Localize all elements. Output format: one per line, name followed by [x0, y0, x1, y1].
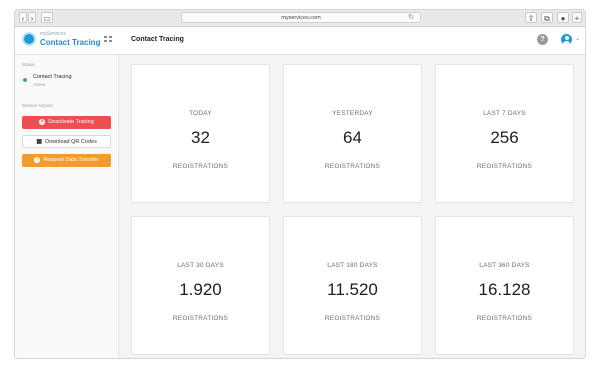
request-data-transfer-button[interactable]: ! Request Data Transfer [22, 154, 111, 167]
stat-card-last-180-days: LAST 180 DAYS 11.520 REGISTRATIONS [283, 216, 422, 355]
stat-period: LAST 360 DAYS [479, 262, 530, 269]
status-service-name: Contact Tracing [33, 74, 72, 80]
sidebar-toggle-icon[interactable]: ▭ [41, 12, 53, 23]
deactivate-tracing-label: Deactivate Tracing [48, 119, 94, 125]
stat-period: YESTERDAY [332, 110, 373, 117]
browser-toolbar: ‹ › ▭ myservices.com ↻ ⇧ ⧉ ● + [15, 10, 585, 27]
stat-value: 64 [343, 128, 362, 147]
stat-unit: REGISTRATIONS [172, 163, 229, 170]
address-bar[interactable]: myservices.com ↻ [181, 12, 421, 23]
status-text: Active [33, 82, 46, 87]
stat-value: 32 [191, 128, 210, 147]
help-icon[interactable]: ? [537, 34, 548, 45]
stat-unit: REGISTRATIONS [172, 315, 229, 322]
chevron-down-icon[interactable]: ⌄ [575, 35, 580, 42]
stat-value: 16.128 [478, 280, 531, 299]
stat-value: 1.920 [179, 280, 222, 299]
stat-period: TODAY [189, 110, 212, 117]
share-icon[interactable]: ⇧ [525, 12, 537, 23]
back-icon[interactable]: ‹ [19, 12, 27, 23]
extension-icon[interactable]: ● [557, 12, 569, 23]
stat-unit: REGISTRATIONS [476, 315, 533, 322]
stat-period: LAST 30 DAYS [177, 262, 224, 269]
stat-unit: REGISTRATIONS [476, 163, 533, 170]
url-text: myservices.com [281, 15, 321, 21]
stat-period: LAST 7 DAYS [483, 110, 526, 117]
stat-card-last-30-days: LAST 30 DAYS 1.920 REGISTRATIONS [131, 216, 270, 355]
service-title[interactable]: Contact Tracing [40, 38, 100, 47]
brand-name: myServices [40, 31, 66, 37]
stat-card-last-7-days: LAST 7 DAYS 256 REGISTRATIONS [435, 64, 574, 203]
info-icon: ! [34, 156, 41, 163]
forward-icon[interactable]: › [28, 12, 36, 23]
qr-code-icon: ▦ [36, 138, 42, 145]
request-data-transfer-label: Request Data Transfer [43, 157, 99, 163]
status-active-icon [23, 78, 27, 82]
sidebar: Status Contact Tracing Active Service Ac… [15, 55, 119, 358]
reload-icon[interactable]: ↻ [408, 13, 414, 23]
stat-unit: REGISTRATIONS [324, 315, 381, 322]
stat-card-yesterday: YESTERDAY 64 REGISTRATIONS [283, 64, 422, 203]
page-title: Contact Tracing [131, 36, 184, 43]
stat-value: 256 [490, 128, 519, 147]
app-header: myServices Contact Tracing Contact Traci… [15, 27, 585, 55]
status-heading: Status [22, 62, 35, 67]
browser-window: ‹ › ▭ myservices.com ↻ ⇧ ⧉ ● + myService… [14, 9, 586, 359]
stat-unit: REGISTRATIONS [324, 163, 381, 170]
deactivate-tracing-button[interactable]: × Deactivate Tracing [22, 116, 111, 129]
stat-card-today: TODAY 32 REGISTRATIONS [131, 64, 270, 203]
tabs-icon[interactable]: ⧉ [541, 12, 553, 23]
download-qr-codes-label: Download QR Codes [45, 139, 97, 145]
new-tab-icon[interactable]: + [572, 12, 582, 23]
download-qr-codes-button[interactable]: ▦ Download QR Codes [22, 135, 111, 148]
user-avatar-icon[interactable] [561, 34, 572, 45]
app-logo-icon[interactable] [22, 32, 36, 46]
stop-icon: × [39, 118, 46, 125]
actions-heading: Service Actions [22, 103, 53, 108]
stat-period: LAST 180 DAYS [327, 262, 378, 269]
grid-menu-icon[interactable] [104, 36, 112, 43]
stat-card-last-360-days: LAST 360 DAYS 16.128 REGISTRATIONS [435, 216, 574, 355]
stat-value: 11.520 [327, 280, 378, 299]
